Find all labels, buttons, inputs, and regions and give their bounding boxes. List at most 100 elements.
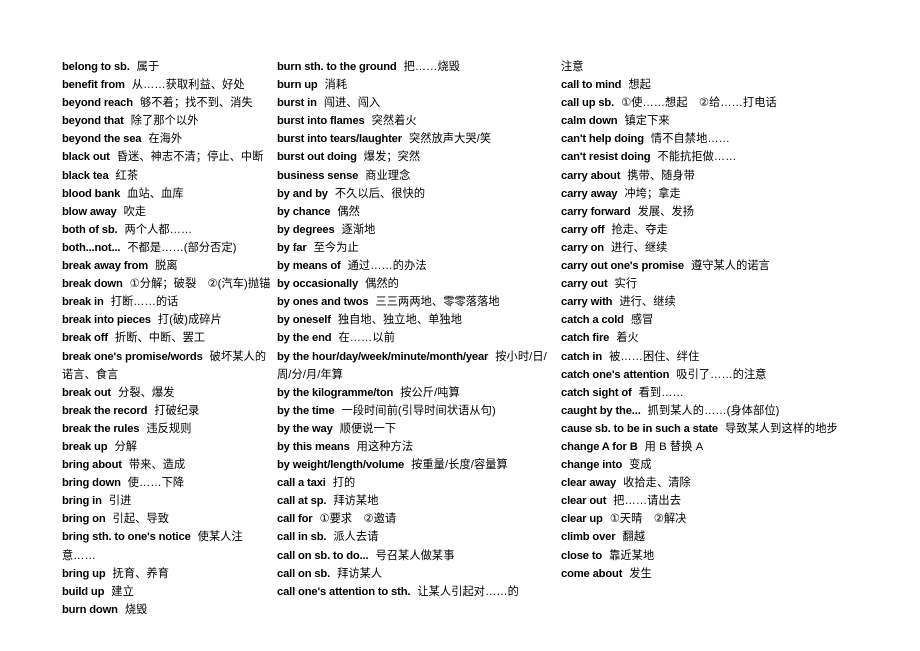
glossary-entry: by the end 在……以前 [277,329,549,347]
glossary-entry: break off 折断、中断、罢工 [62,329,273,347]
glossary-entry: catch one's attention 吸引了……的注意 [561,366,910,384]
glossary-entry: break in 打断……的话 [62,293,273,311]
entry-term: catch fire [561,332,610,345]
glossary-entry: carry forward 发展、发扬 [561,203,910,221]
entry-definition: 使……下降 [127,477,185,490]
glossary-entry: break the record 打破纪录 [62,402,273,420]
entry-definition: 发展、发扬 [637,205,695,218]
glossary-entry: change A for B 用 B 替换 A [561,438,910,456]
glossary-entry: burst into flames 突然着火 [277,112,549,130]
entry-term: by far [277,241,307,254]
glossary-entry: call for ①要求 ②邀请 [277,510,549,528]
glossary-entry: carry out one's promise 遵守某人的诺言 [561,257,910,275]
entry-term: can't help doing [561,133,644,146]
glossary-entry: call a taxi 打的 [277,474,549,492]
glossary-entry: break up 分解 [62,438,273,456]
glossary-entry: burn down 烧毁 [62,601,273,619]
entry-definition: 商业理念 [365,169,411,182]
entry-term: call on sb. to do... [277,549,369,562]
glossary-entry: bring about 带来、造成 [62,456,273,474]
entry-term: climb over [561,531,616,544]
glossary-entry: beyond the sea 在海外 [62,130,273,148]
entry-term: call for [277,513,313,526]
glossary-entry: close to 靠近某地 [561,547,910,565]
glossary-entry: by ones and twos 三三两两地、零零落落地 [277,293,549,311]
entry-definition: 打破纪录 [154,404,200,417]
glossary-entry: can't resist doing 不能抗拒做…… [561,148,910,166]
glossary-entry: burst out doing 爆发；突然 [277,148,549,166]
glossary-entry: can't help doing 情不自禁地…… [561,130,910,148]
entry-term: burst into tears/laughter [277,133,402,146]
entry-definition: 至今为止 [313,241,359,254]
entry-term: burst into flames [277,115,365,128]
entry-definition: 引起、导致 [112,513,169,526]
entry-term: carry with [561,296,613,309]
entry-definition: 血站、血库 [127,187,184,200]
entry-term: break one's promise/words [62,350,203,363]
glossary-entry: clear out 把……请出去 [561,492,910,510]
entry-term: caught by the... [561,404,641,417]
entry-definition: 不久以后、很快的 [334,187,426,200]
entry-definition: 两个人都…… [124,223,193,236]
entry-definition: 看到…… [638,386,684,399]
entry-term: bring sth. to one's notice [62,531,191,544]
entry-term: catch in [561,350,603,363]
entry-definition: 让某人引起对……的 [417,585,519,598]
glossary-entry: bring down 使……下降 [62,474,273,492]
glossary-entry: come about 发生 [561,565,910,583]
entry-definition: 从……获取利益、好处 [131,79,245,92]
entry-definition: 建立 [111,585,134,598]
entry-term: clear away [561,477,617,490]
glossary-column-2: burn sth. to the ground 把……烧毁 burn up 消耗 bur… [277,58,553,601]
entry-definition: 镇定下来 [624,115,670,128]
glossary-entry: break away from 脱离 [62,257,273,275]
glossary-entry: by far 至今为止 [277,239,549,257]
entry-term: break off [62,332,108,345]
entry-definition: 打的 [332,477,356,490]
glossary-entry: by degrees 逐渐地 [277,221,549,239]
entry-term: blood bank [62,187,121,200]
glossary-entry: catch a cold 感冒 [561,311,910,329]
entry-definition: 带来、造成 [128,459,186,472]
entry-definition: 突然放声大哭/笑 [408,133,492,146]
entry-definition: 变成 [629,459,652,472]
entry-definition: 冲垮；拿走 [624,187,681,200]
glossary-entry: black out 昏迷、神志不清；停止、中断 [62,148,273,166]
entry-definition: 分解 [114,440,138,453]
glossary-entry: call on sb. 拜访某人 [277,565,549,583]
entry-term: burn sth. to the ground [277,61,397,73]
glossary-entry: beyond that 除了那个以外 [62,112,273,130]
entry-term: burn down [62,603,118,616]
entry-definition: 打断……的话 [110,296,179,309]
entry-definition: 用 B 替换 A [644,440,704,453]
entry-term: change A for B [561,440,638,453]
glossary-entry: by the time 一段时间前(引导时间状语从句) [277,402,549,420]
glossary-entry: benefit from 从……获取利益、好处 [62,76,273,94]
entry-definition: 感冒 [630,314,654,327]
entry-definition: 进行、继续 [619,296,676,309]
entry-definition: 携带、随身带 [627,169,696,182]
entry-term: both...not... [62,241,121,254]
glossary-entry: by this means 用这种方法 [277,438,549,456]
glossary-entry: carry with 进行、继续 [561,293,910,311]
entry-definition: 昏迷、神志不清；停止、中断 [116,151,264,164]
entry-definition: 把……请出去 [613,495,682,508]
entry-definition: ①使……想起 ②给……打电话 [621,97,777,110]
entry-definition: 着火 [616,332,639,345]
entry-term: call to mind [561,79,622,92]
entry-definition: 收拾走、清除 [623,477,691,490]
glossary-entry: call to mind 想起 [561,76,910,94]
entry-term: call a taxi [277,477,326,490]
glossary-entry: call in sb. 派人去请 [277,528,549,546]
entry-definition: 导致某人到这样的地步 [725,422,838,435]
glossary-entry: by the hour/day/week/minute/month/year 按小… [277,348,549,384]
entry-definition: 红茶 [115,169,139,182]
entry-term: bring about [62,459,122,472]
entry-definition: 消耗 [324,79,348,92]
entry-term: burn up [277,79,318,92]
entry-definition: 在……以前 [338,332,395,345]
glossary-entry: by the kilogramme/ton 按公斤/吨算 [277,384,549,402]
glossary-entry: break one's promise/words 破坏某人的诺言、食言 [62,348,273,384]
entry-term: by ones and twos [277,296,369,309]
entry-term: break the rules [62,422,140,435]
